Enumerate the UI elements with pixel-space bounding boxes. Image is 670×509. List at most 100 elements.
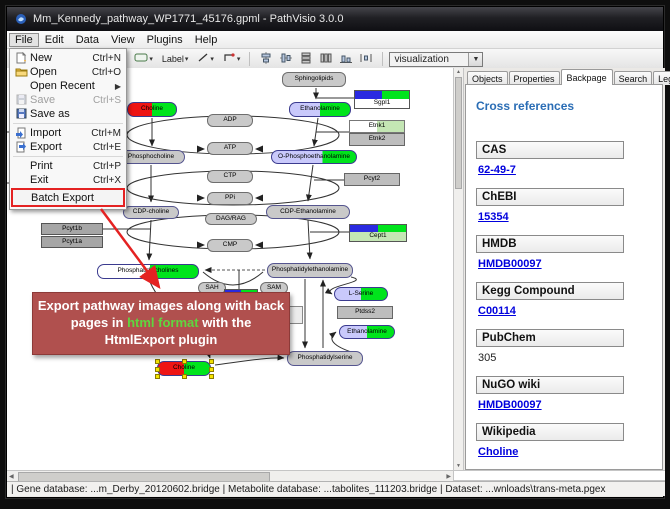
align-center-y-icon[interactable]: [280, 52, 292, 67]
menu-item-open[interactable]: OpenCtrl+O: [10, 65, 126, 79]
scroll-right-icon[interactable]: ▶: [446, 473, 451, 480]
tab-backpage[interactable]: Backpage: [561, 69, 613, 85]
selection-handle[interactable]: [209, 374, 214, 379]
node-label: Choline: [141, 106, 163, 113]
selection-handle[interactable]: [209, 359, 214, 364]
scroll-left-icon[interactable]: ◀: [9, 473, 14, 480]
chevron-down-icon[interactable]: ▾: [185, 55, 189, 63]
title-bar: Mm_Kennedy_pathway_WP1771_45176.gpml - P…: [7, 7, 663, 31]
node-choline-top[interactable]: Choline: [127, 102, 177, 117]
node-phosphatidylethanolamine[interactable]: Phosphatidylethanolamine: [267, 263, 353, 278]
menubar-item-view[interactable]: View: [105, 33, 141, 47]
menubar-item-edit[interactable]: Edit: [39, 33, 70, 47]
xref-link[interactable]: C00114: [478, 305, 516, 317]
node-phosphatidylcholines[interactable]: Phosphatidylcholines: [97, 264, 199, 279]
xref-link[interactable]: HMDB00097: [478, 399, 542, 411]
canvas-vertical-scrollbar[interactable]: ▲ ▼: [453, 68, 464, 470]
node-cdp-ethanolamine[interactable]: CDP-Ethanolamine: [266, 205, 350, 219]
menubar-item-data[interactable]: Data: [70, 33, 105, 47]
tab-legend[interactable]: Legend: [653, 71, 670, 85]
node-ptdss2[interactable]: Ptdss2: [337, 306, 393, 319]
distribute-horizontal-icon[interactable]: [360, 52, 372, 67]
node-label: Choline: [173, 365, 195, 372]
tab-objects[interactable]: Objects: [467, 71, 508, 85]
menu-item-batch-export[interactable]: Batch Export: [11, 188, 125, 207]
node-adp[interactable]: ADP: [207, 114, 253, 127]
xref-link[interactable]: 15354: [478, 211, 509, 223]
tab-properties[interactable]: Properties: [509, 71, 560, 85]
vertical-scroll-thumb[interactable]: [455, 77, 462, 189]
callout-line1: Export pathway images along with back: [36, 298, 286, 315]
xref-database-name: Wikipedia: [476, 423, 624, 441]
label-tool-button[interactable]: Label ▾: [159, 52, 192, 66]
node-pcyt1b[interactable]: Pcyt1b: [41, 223, 103, 235]
menu-item-exit[interactable]: ExitCtrl+X: [10, 173, 126, 187]
node-dag[interactable]: DAG/RAG: [205, 213, 257, 225]
xref-section-hmdb: HMDBHMDB00097: [476, 235, 652, 282]
chevron-down-icon[interactable]: ▾: [237, 55, 241, 63]
menu-item-save[interactable]: SaveCtrl+S: [10, 93, 126, 107]
node-phosphocholine[interactable]: Phosphocholine: [117, 150, 185, 164]
stack-horizontal-icon[interactable]: [320, 52, 332, 67]
menu-item-open-recent[interactable]: Open Recent▶: [10, 79, 126, 93]
menu-item-import[interactable]: ImportCtrl+M: [10, 126, 126, 140]
menu-item-shortcut: Ctrl+S: [93, 95, 124, 106]
selection-handle[interactable]: [182, 359, 187, 364]
scroll-up-icon[interactable]: ▲: [454, 69, 463, 75]
visualization-combobox[interactable]: visualization ▼: [389, 52, 483, 67]
node-label: Pcyt1b: [62, 226, 82, 233]
menubar-item-plugins[interactable]: Plugins: [141, 33, 189, 47]
node-ethanolamine-bottom[interactable]: Ethanolamine: [339, 325, 395, 339]
node-cept1[interactable]: Cept1: [349, 224, 407, 242]
node-ppi[interactable]: PPi: [207, 192, 253, 205]
node-etnk2[interactable]: Etnk2: [349, 133, 405, 146]
xref-link[interactable]: HMDB00097: [478, 258, 542, 270]
node-pcyt1a[interactable]: Pcyt1a: [41, 236, 103, 248]
selection-handle[interactable]: [155, 367, 160, 372]
menu-item-save-as[interactable]: Save as: [10, 107, 126, 121]
node-o-phosphoethanolamine[interactable]: O-Phosphoethanolamine: [271, 150, 357, 164]
menubar-item-file[interactable]: File: [9, 33, 39, 47]
menu-item-new[interactable]: NewCtrl+N: [10, 51, 126, 65]
chevron-down-icon[interactable]: ▾: [149, 55, 153, 63]
node-l-serine[interactable]: L-Serine: [334, 287, 388, 301]
node-label: DAG/RAG: [216, 216, 246, 223]
selection-handle[interactable]: [182, 374, 187, 379]
node-sphingolipids[interactable]: Sphingolipids: [282, 72, 346, 87]
menu-item-print[interactable]: PrintCtrl+P: [10, 159, 126, 173]
submenu-arrow-icon: ▶: [115, 82, 124, 91]
menu-item-export[interactable]: ExportCtrl+E: [10, 140, 126, 154]
canvas-horizontal-scrollbar[interactable]: ◀ ▶: [7, 470, 453, 481]
xref-section-cas: CAS62-49-7: [476, 141, 652, 188]
selection-handle[interactable]: [209, 367, 214, 372]
scroll-down-icon[interactable]: ▼: [454, 463, 463, 469]
node-etnk1[interactable]: Etnk1: [349, 120, 405, 133]
tab-search[interactable]: Search: [614, 71, 653, 85]
xref-link[interactable]: 62-49-7: [478, 164, 516, 176]
chevron-down-icon[interactable]: ▼: [468, 53, 482, 66]
node-cmp[interactable]: CMP: [207, 239, 253, 252]
node-ctp[interactable]: CTP: [207, 170, 253, 183]
node-ethanolamine-top[interactable]: Ethanolamine: [289, 102, 351, 117]
stack-vertical-icon[interactable]: [300, 52, 312, 67]
chevron-down-icon[interactable]: ▾: [210, 55, 214, 63]
selection-handle[interactable]: [155, 374, 160, 379]
node-choline-selected[interactable]: Choline: [157, 361, 211, 376]
datanode-tool-button[interactable]: ▾: [131, 50, 156, 68]
align-bottom-icon[interactable]: [340, 52, 352, 67]
node-pcyt2[interactable]: Pcyt2: [344, 173, 400, 186]
connector-tool-button[interactable]: ▾: [220, 50, 244, 68]
node-cdp-choline[interactable]: CDP-choline: [123, 206, 179, 219]
selection-handle[interactable]: [155, 359, 160, 364]
node-atp[interactable]: ATP: [207, 142, 253, 155]
xref-section-nugo-wiki: NuGO wikiHMDB00097: [476, 376, 652, 423]
no-icon: [12, 160, 30, 172]
node-phosphatidylserine[interactable]: Phosphatidylserine: [287, 351, 363, 366]
menu-item-label: Exit: [30, 174, 93, 186]
node-sgpl1[interactable]: Sgpl1: [354, 90, 410, 109]
xref-link[interactable]: Choline: [478, 446, 518, 458]
align-center-x-icon[interactable]: [260, 52, 272, 67]
menubar-item-help[interactable]: Help: [189, 33, 224, 47]
menu-item-shortcut: Ctrl+E: [93, 142, 124, 153]
line-tool-button[interactable]: ▾: [194, 50, 217, 68]
